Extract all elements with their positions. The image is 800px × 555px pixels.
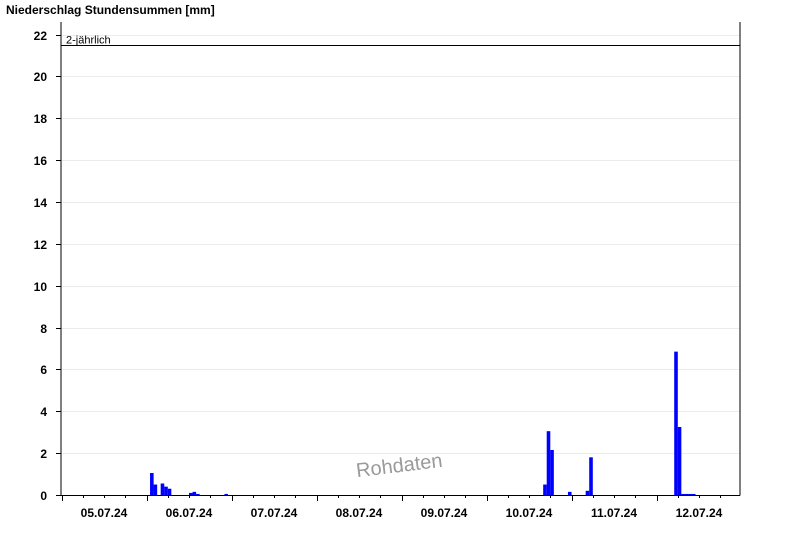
bar xyxy=(585,490,590,495)
bar xyxy=(153,484,158,495)
axes xyxy=(60,22,741,496)
y-tick-label: 6 xyxy=(40,363,47,377)
y-tick-label: 4 xyxy=(40,405,47,419)
chart-title: Niederschlag Stundensummen [mm] xyxy=(6,3,215,17)
bar xyxy=(681,493,685,495)
y-tick-label: 8 xyxy=(40,322,47,336)
bar xyxy=(546,431,551,495)
y-tick-label: 18 xyxy=(34,112,48,126)
bar xyxy=(224,493,229,495)
threshold: 2-jährlich xyxy=(61,35,740,47)
bar xyxy=(688,493,692,495)
watermark-rohdaten: Rohdaten xyxy=(355,450,444,482)
bar xyxy=(196,493,200,495)
y-tick-label: 16 xyxy=(34,154,48,168)
bar xyxy=(589,457,593,495)
bar xyxy=(674,351,678,495)
bar xyxy=(150,473,154,495)
y-tick-label: 10 xyxy=(34,280,48,294)
y-tick-label: 12 xyxy=(34,238,48,252)
threshold-label: 2-jährlich xyxy=(66,35,111,47)
bar xyxy=(192,491,197,495)
bar xyxy=(677,426,682,495)
y-tick-label: 22 xyxy=(34,29,48,43)
y-axis-ticks: 0 2 4 6 8 10 12 14 16 18 20 22 xyxy=(34,29,61,503)
bar xyxy=(684,493,689,495)
y-tick-label: 0 xyxy=(40,489,47,503)
chart: Niederschlag Stundensummen [mm] 0 2 4 6 8 10 1… xyxy=(0,0,800,550)
bar xyxy=(567,491,572,495)
bar xyxy=(164,486,168,495)
x-tick-label: 09.07.24 xyxy=(421,506,468,520)
bar xyxy=(160,483,165,495)
y-tick-label: 20 xyxy=(34,70,48,84)
bar xyxy=(167,488,172,495)
x-tick-label: 12.07.24 xyxy=(676,506,723,520)
x-tick-label: 05.07.24 xyxy=(81,506,128,520)
grid-lines xyxy=(61,35,740,454)
y-tick-label: 2 xyxy=(40,447,47,461)
bar xyxy=(550,450,554,495)
x-tick-label: 10.07.24 xyxy=(506,506,553,520)
x-tick-label: 11.07.24 xyxy=(591,506,637,520)
bar xyxy=(691,493,696,495)
y-tick-label: 14 xyxy=(34,196,48,210)
x-tick-label: 06.07.24 xyxy=(166,506,213,520)
chart-svg: Niederschlag Stundensummen [mm] 0 2 4 6 8 10 1… xyxy=(6,3,741,520)
x-tick-label: 08.07.24 xyxy=(336,506,383,520)
x-tick-label: 07.07.24 xyxy=(251,506,298,520)
bar xyxy=(543,484,547,495)
x-axis-ticks: 05.07.24 06.07.24 07.07.24 08.07.24 09.07.24… xyxy=(62,495,723,520)
bar xyxy=(189,492,193,495)
